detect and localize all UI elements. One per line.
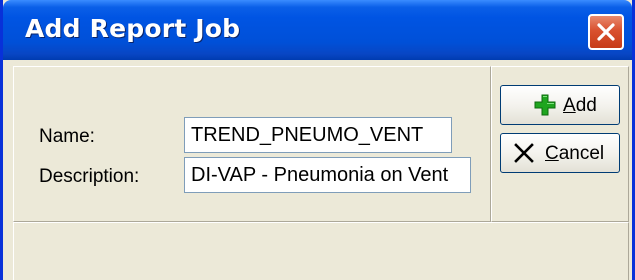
cancel-button[interactable]: Cancel — [500, 133, 620, 173]
close-icon — [597, 23, 615, 41]
fields-panel: Name: Description: — [13, 66, 491, 222]
status-panel — [13, 222, 629, 280]
close-button[interactable] — [588, 14, 624, 50]
window-title: Add Report Job — [25, 14, 241, 43]
dialog-body: Name: Description: Add Cancel — [3, 60, 632, 280]
add-report-job-dialog: Add Report Job Name: Description: Add — [0, 0, 635, 280]
add-button[interactable]: Add — [500, 85, 620, 125]
description-label: Description: — [39, 166, 140, 187]
name-field[interactable] — [184, 117, 452, 153]
x-icon — [514, 143, 534, 163]
name-label: Name: — [39, 126, 95, 147]
buttons-panel: Add Cancel — [491, 66, 629, 222]
plus-icon — [534, 94, 556, 116]
cancel-button-label: Cancel — [545, 143, 605, 164]
add-button-label: Add — [563, 95, 597, 116]
description-field[interactable] — [184, 157, 471, 193]
title-bar[interactable]: Add Report Job — [3, 0, 632, 60]
